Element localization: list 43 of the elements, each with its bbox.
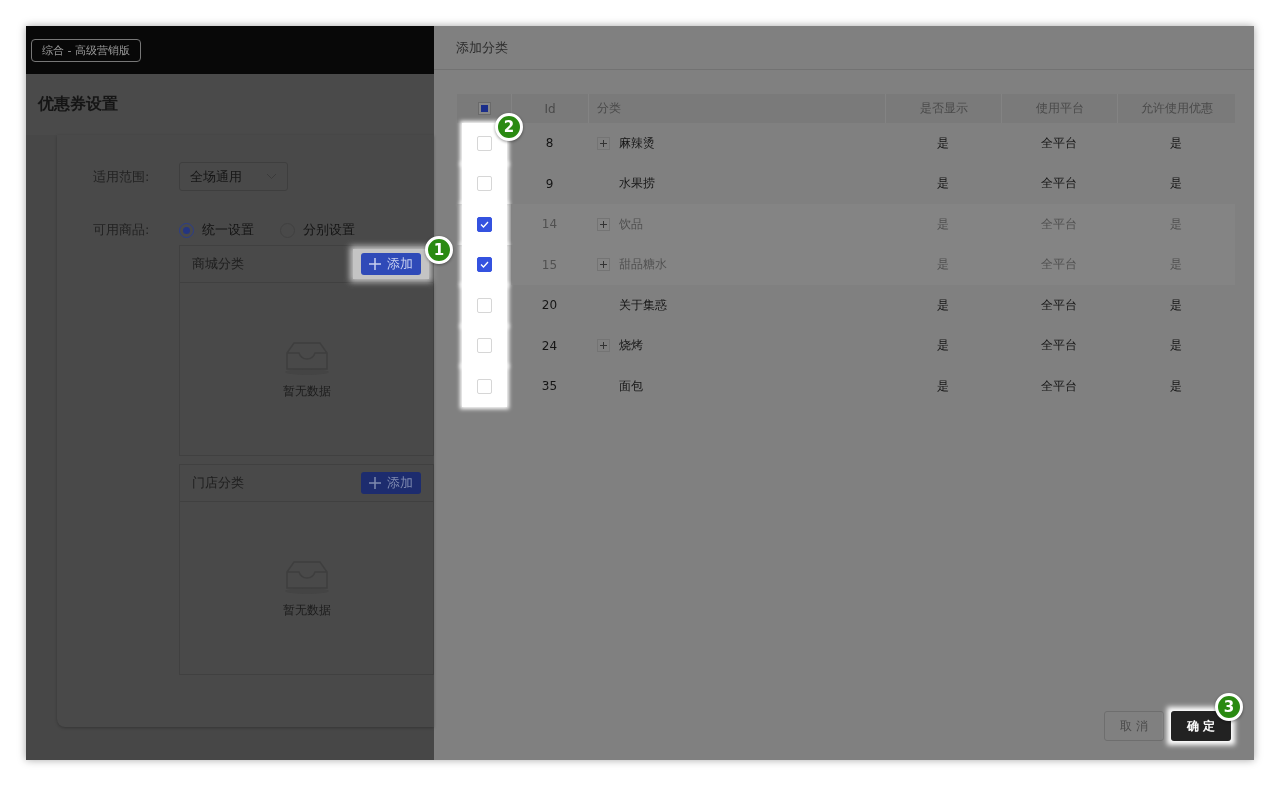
expand-icon[interactable]: [597, 136, 610, 150]
add-button[interactable]: 添加: [361, 253, 421, 275]
plus-icon: [369, 477, 381, 489]
select-all-checkbox[interactable]: [477, 102, 491, 115]
table-cell-text: 24: [540, 337, 559, 355]
expand-icon[interactable]: [597, 217, 610, 231]
check-icon: [479, 261, 489, 269]
expand-icon[interactable]: [597, 339, 610, 353]
category-name: 麻辣烫: [619, 134, 655, 152]
row-checkbox[interactable]: [476, 257, 492, 273]
step-badge: 1: [425, 236, 453, 264]
check-icon: [479, 220, 489, 228]
table-cell-text: 20: [540, 297, 559, 315]
add-button[interactable]: 添加: [361, 472, 421, 494]
table-cell-text: 是: [1169, 377, 1183, 395]
edition-tag[interactable]: 综合 - 高级营销版: [31, 38, 141, 62]
table-cell-text: 35: [540, 378, 559, 396]
table-cell-text: 全平台: [1040, 377, 1078, 395]
table-cell-text: 是: [936, 175, 950, 193]
confirm-button[interactable]: 确 定: [1171, 711, 1231, 741]
category-name: 面包: [619, 377, 643, 395]
table-cell-text: 8: [544, 135, 555, 153]
row-checkbox[interactable]: [476, 216, 492, 232]
table-cell-text: 全平台: [1040, 134, 1078, 152]
table-cell-text: 9: [544, 175, 555, 193]
expand-icon[interactable]: [597, 258, 610, 272]
plus-icon: [369, 258, 381, 270]
table-cell-text: 是: [936, 296, 950, 314]
table-cell-text: 是: [1169, 337, 1183, 355]
table-cell-text: 是: [1169, 175, 1183, 193]
table-cell-text: 全平台: [1040, 296, 1078, 314]
table-cell-text: 是: [936, 134, 950, 152]
table-cell-text: 是: [936, 377, 950, 395]
table-cell-text: 全平台: [1040, 337, 1078, 355]
drawer-title: 添加分类: [456, 38, 508, 57]
table-cell-text: 是: [936, 337, 950, 355]
category-name: 关于集惑: [619, 296, 667, 314]
category-name: 烧烤: [619, 337, 643, 355]
step-badge: 3: [1215, 693, 1243, 721]
table-cell-text: 是: [1169, 134, 1183, 152]
table-cell-text: 全平台: [1040, 175, 1078, 193]
table-cell-text: 是: [1169, 296, 1183, 314]
category-name: 水果捞: [619, 175, 655, 193]
